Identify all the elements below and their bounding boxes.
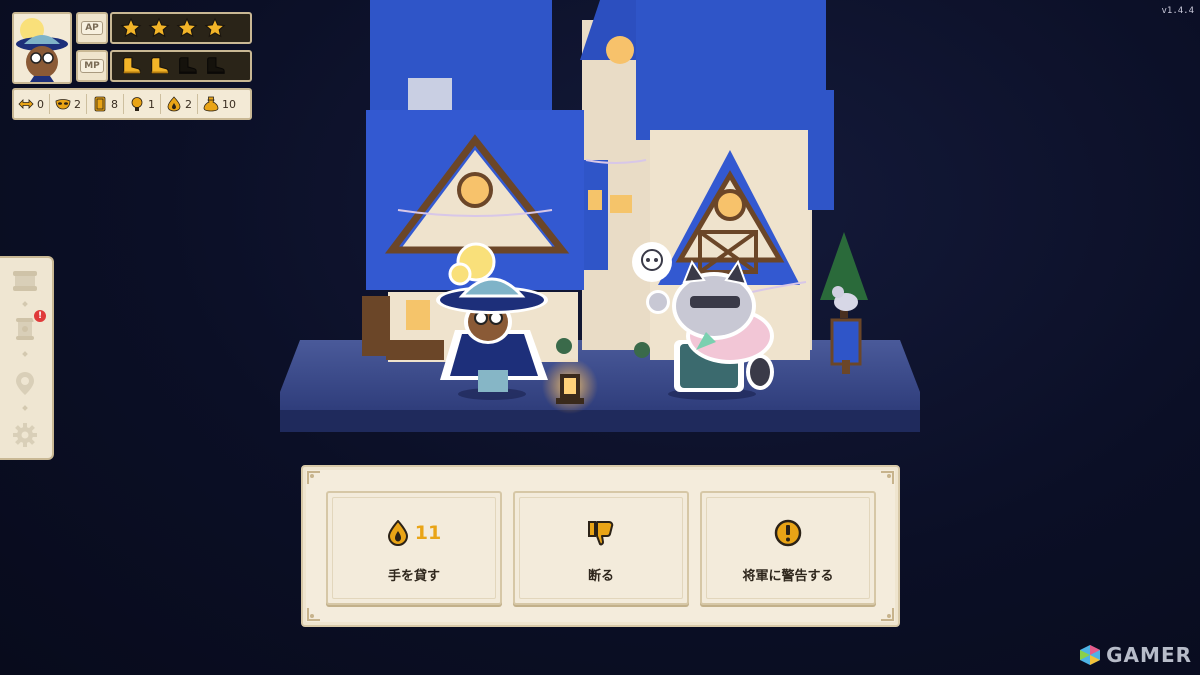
version-label: v1.4.4 — [1161, 6, 1194, 16]
boot-filled-icon — [123, 57, 141, 74]
resource-value: 1 — [148, 97, 155, 111]
map-scroll-button[interactable] — [10, 266, 40, 296]
choice-label: 断る — [587, 569, 614, 584]
corner-ornament-icon — [881, 471, 894, 484]
corner-ornament-icon — [881, 608, 894, 621]
resource-item: 2 — [166, 96, 192, 112]
choice-panel: 11 手を貸す 断る 将軍に警告する — [301, 465, 900, 627]
star-filled-icon — [148, 17, 170, 38]
map-scroll-icon — [13, 271, 37, 291]
corner-ornament-icon — [307, 608, 320, 621]
resource-item: 2 — [55, 96, 81, 112]
resource-divider — [49, 94, 50, 114]
choice-label: 手を貸す — [387, 569, 440, 584]
location-pin-icon — [16, 372, 34, 395]
star-filled-icon — [120, 17, 142, 38]
witch-portrait-icon — [14, 14, 70, 82]
resource-divider — [86, 94, 87, 114]
gamer-logo-icon — [1080, 645, 1101, 665]
watermark-text: GAMER — [1106, 643, 1192, 667]
choice-refuse-button[interactable]: 断る — [513, 491, 689, 605]
settings-button[interactable] — [10, 420, 40, 450]
resource-value: 8 — [111, 97, 118, 111]
mp-boots — [110, 50, 252, 82]
lantern — [542, 358, 598, 414]
location-button[interactable] — [10, 368, 40, 398]
choice-cost: 11 — [414, 522, 442, 544]
boot-empty-icon — [179, 57, 197, 74]
fire-drop-icon — [387, 520, 408, 546]
choice-lend-hand-button[interactable]: 11 手を貸す — [326, 491, 502, 605]
choice-label: 将軍に警告する — [742, 569, 834, 584]
star-filled-icon — [204, 17, 226, 38]
boot-empty-icon — [207, 57, 225, 74]
mp-label: MP — [80, 59, 104, 73]
fire-drop-icon — [167, 96, 181, 112]
ap-stars — [110, 12, 252, 44]
resource-value: 10 — [222, 97, 236, 111]
resource-value: 2 — [185, 97, 192, 111]
player-portrait[interactable] — [12, 12, 72, 84]
money-bag-icon — [203, 96, 219, 112]
ap-tag: AP — [76, 12, 108, 44]
resource-value: 2 — [74, 97, 81, 111]
thumbs-down-icon — [588, 521, 614, 546]
exclamation-icon — [774, 519, 802, 547]
resource-item: 0 — [18, 96, 44, 112]
gamer-watermark: GAMER — [1078, 643, 1192, 667]
lightbulb-icon — [131, 97, 143, 111]
pine-tree — [820, 232, 868, 300]
ap-row: AP — [76, 12, 252, 44]
resource-divider — [197, 94, 198, 114]
boot-filled-icon — [151, 57, 169, 74]
notification-badge-text: ! — [37, 311, 43, 321]
quest-scroll-button[interactable]: ! — [10, 308, 48, 344]
resource-item: 10 — [203, 96, 236, 112]
gear-icon — [13, 423, 37, 447]
cards-icon — [94, 96, 106, 112]
resource-item: 8 — [92, 96, 118, 112]
side-menu: ! — [0, 256, 54, 460]
ap-label: AP — [81, 21, 103, 35]
notification-badge: ! — [32, 308, 48, 324]
resource-value: 0 — [37, 97, 44, 111]
resource-divider — [160, 94, 161, 114]
resource-item: 1 — [129, 96, 155, 112]
mask-icon — [55, 99, 71, 110]
resource-bar: 0 2 8 1 2 10 — [12, 88, 252, 120]
resource-divider — [123, 94, 124, 114]
mp-row: MP — [76, 50, 252, 82]
star-filled-icon — [176, 17, 198, 38]
corner-ornament-icon — [307, 471, 320, 484]
choice-warn-general-button[interactable]: 将軍に警告する — [700, 491, 876, 605]
mp-tag: MP — [76, 50, 108, 82]
arrows-icon — [18, 99, 34, 109]
